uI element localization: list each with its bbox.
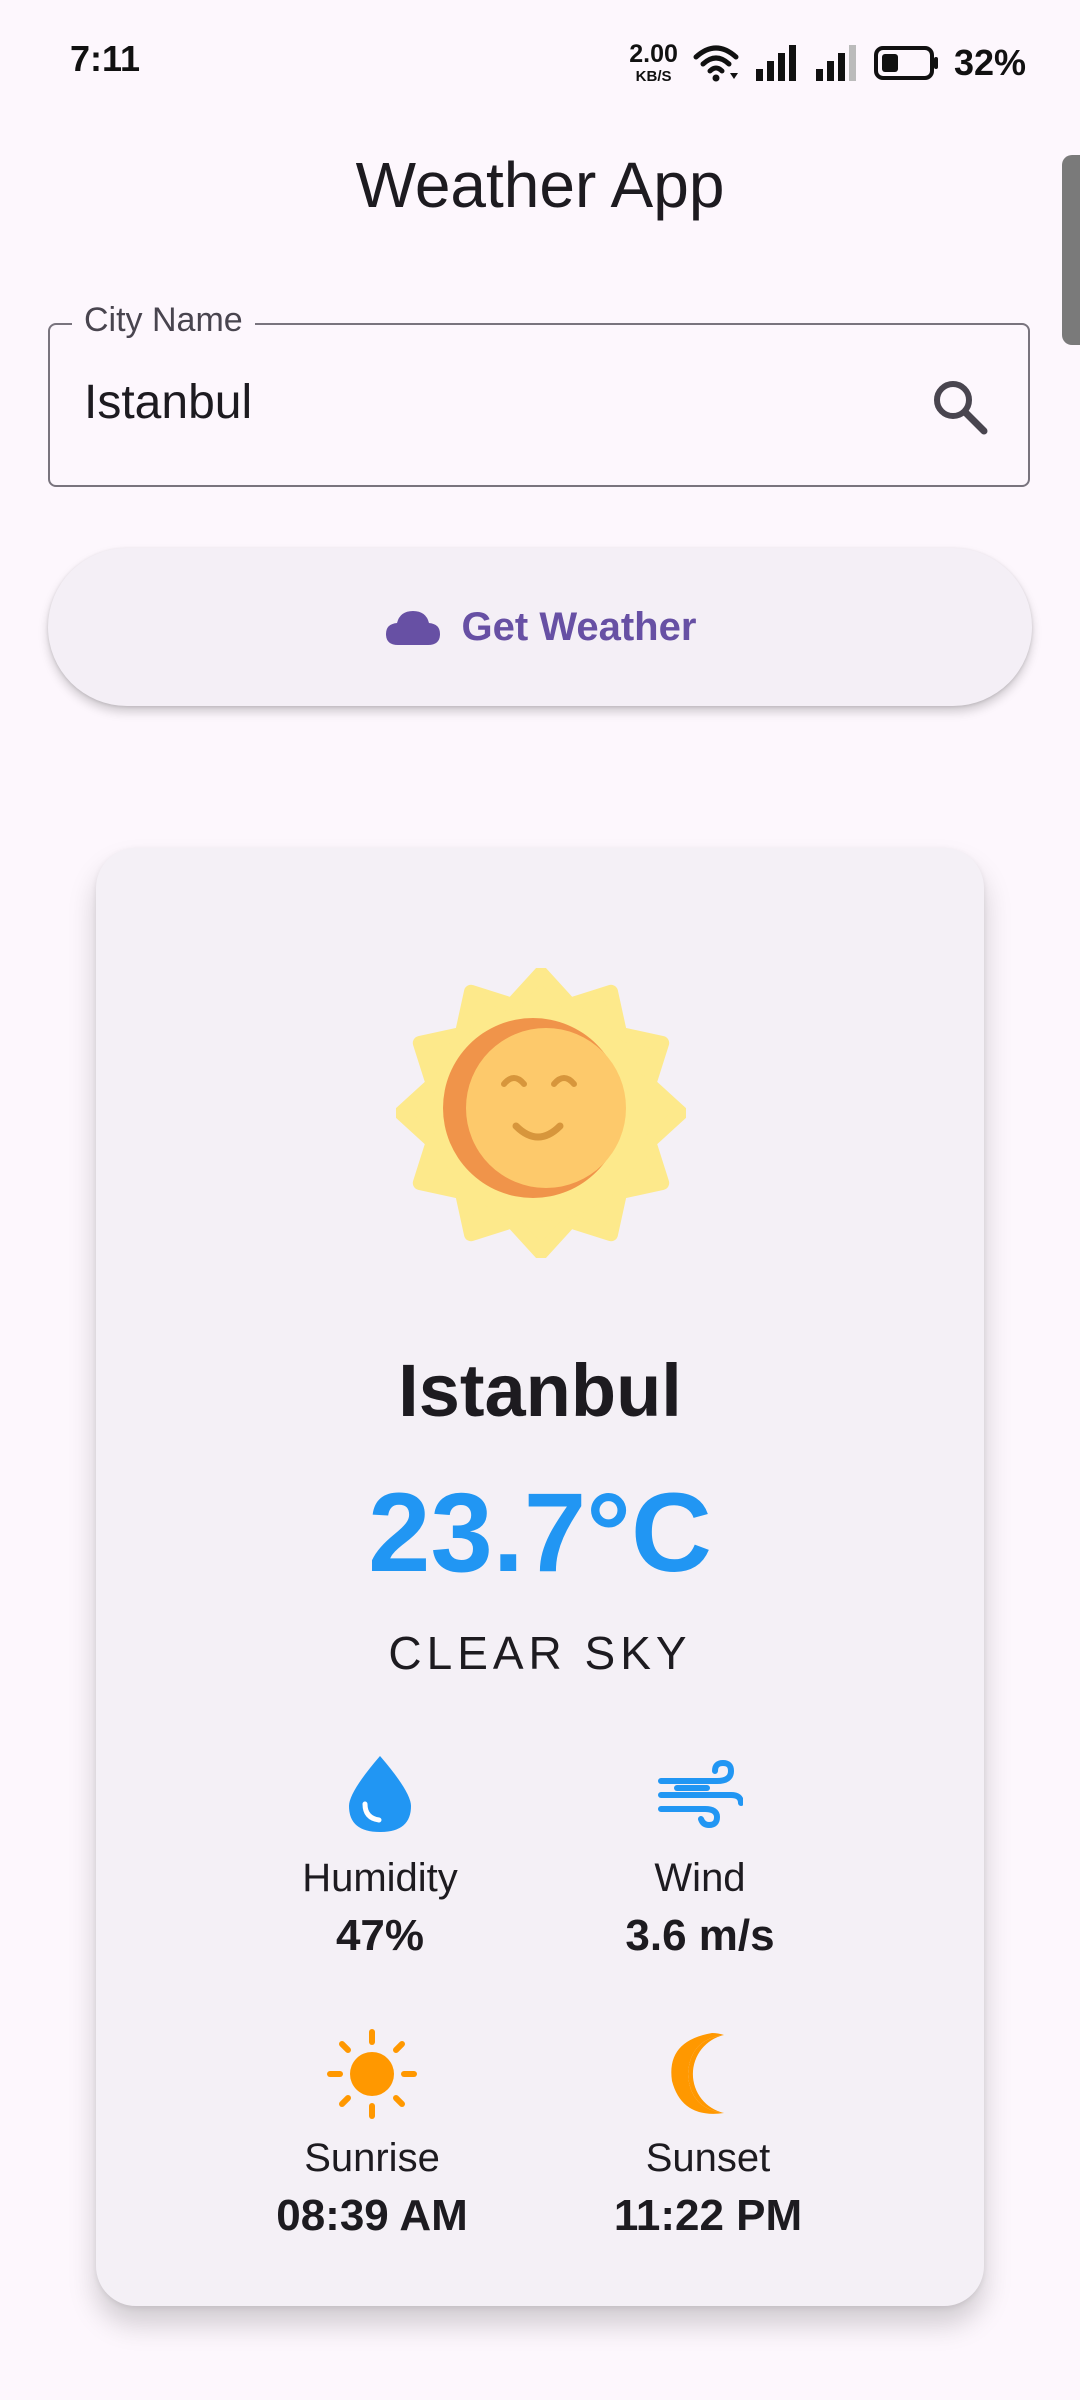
weather-city-name: Istanbul bbox=[398, 1349, 682, 1432]
signal-icon-sim2 bbox=[815, 45, 856, 81]
city-name-field[interactable]: City Name bbox=[48, 301, 1030, 487]
signal-icon-sim1 bbox=[755, 45, 796, 81]
sun-icon bbox=[327, 2029, 417, 2119]
moon-icon bbox=[671, 2033, 724, 2114]
sun-face-icon bbox=[396, 968, 686, 1258]
sunset-stat: Sunset 11:22 PM bbox=[558, 2028, 858, 2241]
wind-icon bbox=[658, 1759, 743, 1829]
humidity-label: Humidity bbox=[302, 1856, 458, 1900]
sunrise-label: Sunrise bbox=[304, 2136, 440, 2180]
network-speed-unit: KB/S bbox=[635, 68, 672, 85]
sunrise-value: 08:39 AM bbox=[276, 2191, 468, 2240]
get-weather-label: Get Weather bbox=[461, 604, 697, 649]
weather-condition: CLEAR SKY bbox=[388, 1627, 692, 1679]
network-speed: 2.00 KB/S bbox=[629, 40, 678, 85]
status-bar: 7:11 2.00 KB/S 32% bbox=[0, 0, 1080, 120]
sunset-value: 11:22 PM bbox=[613, 2191, 803, 2240]
wind-stat: Wind 3.6 m/s bbox=[550, 1748, 850, 1961]
network-speed-value: 2.00 bbox=[629, 40, 678, 68]
wind-label: Wind bbox=[654, 1856, 746, 1900]
water-drop-icon bbox=[349, 1756, 411, 1832]
page-title: Weather App bbox=[355, 149, 725, 221]
scrollbar-thumb[interactable] bbox=[1062, 155, 1080, 345]
status-icons: 2.00 KB/S 32% bbox=[629, 38, 1026, 88]
temperature-value: 23.7°C bbox=[368, 1470, 712, 1595]
search-icon[interactable] bbox=[928, 375, 992, 439]
wifi-icon bbox=[693, 45, 739, 82]
city-name-label: City Name bbox=[72, 301, 255, 340]
sunrise-stat: Sunrise 08:39 AM bbox=[222, 2028, 522, 2241]
battery-icon bbox=[873, 46, 938, 80]
humidity-value: 47% bbox=[335, 1911, 425, 1960]
wind-value: 3.6 m/s bbox=[625, 1911, 775, 1960]
get-weather-button[interactable]: Get Weather bbox=[48, 548, 1032, 706]
battery-percent: 32% bbox=[953, 42, 1026, 83]
humidity-stat: Humidity 47% bbox=[230, 1748, 530, 1961]
weather-card: Istanbul 23.7°C CLEAR SKY Humidity 47% W… bbox=[96, 848, 984, 2306]
city-name-input[interactable] bbox=[84, 375, 884, 430]
cloud-icon bbox=[385, 611, 440, 645]
status-time: 7:11 bbox=[70, 38, 141, 79]
sunset-label: Sunset bbox=[645, 2136, 771, 2180]
